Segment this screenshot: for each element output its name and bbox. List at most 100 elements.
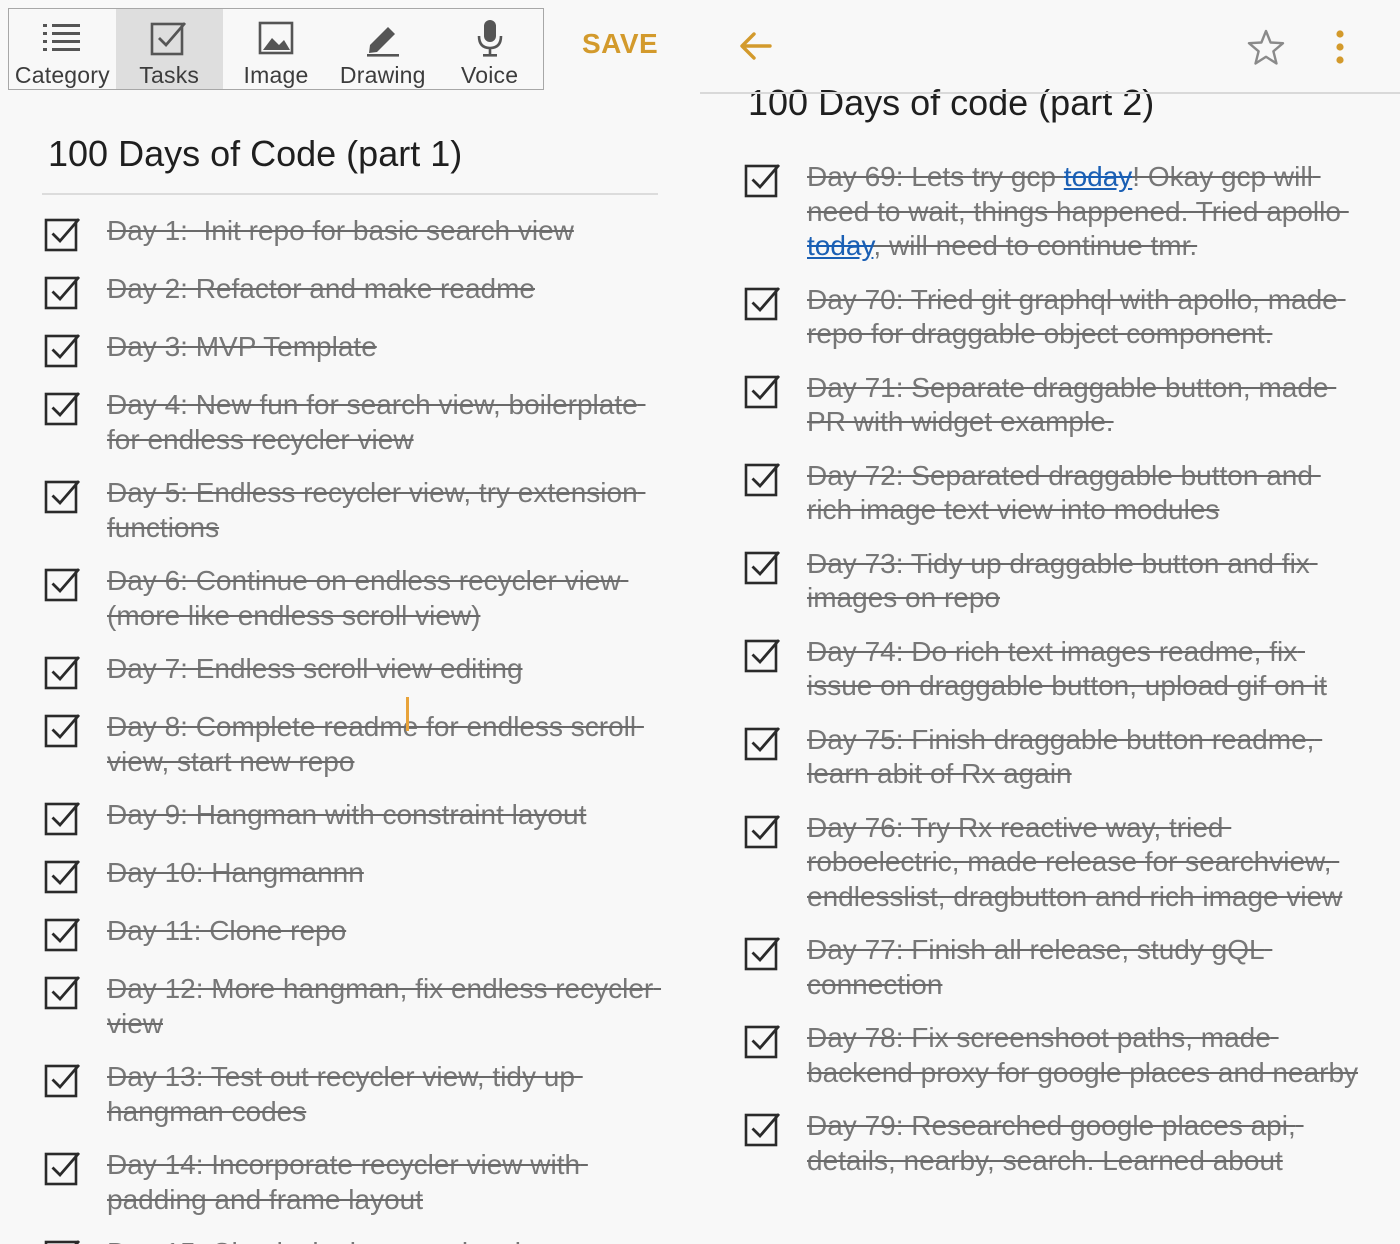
task-text[interactable]: Day 3: MVP Template	[107, 330, 662, 365]
tasks-label: Tasks	[139, 62, 200, 88]
checkbox-checked-icon[interactable]	[44, 857, 82, 895]
checkbox-checked-icon[interactable]	[44, 799, 82, 837]
task-item: Day 1: Init repo for basic search view	[44, 214, 664, 253]
checkbox-checked-icon[interactable]	[44, 389, 82, 427]
note-editor-panel: Category Tasks Image Drawing Voice SAVE …	[0, 0, 700, 1244]
task-text[interactable]: Day 73: Tidy up draggable button and fix…	[807, 547, 1362, 616]
checkbox-checked-icon[interactable]	[44, 973, 82, 1011]
today-link[interactable]: today	[1064, 161, 1133, 192]
task-text[interactable]: Day 11: Clone repo	[107, 914, 662, 949]
checkbox-checked-icon[interactable]	[744, 934, 782, 972]
checkbox-checked-icon[interactable]	[744, 548, 782, 586]
task-text[interactable]: Day 15: Check cloning recycler view, sta…	[107, 1236, 662, 1244]
checkbox-checked-icon[interactable]	[44, 1237, 82, 1244]
checkbox-checked-icon[interactable]	[744, 372, 782, 410]
task-item: Day 12: More hangman, fix endless recycl…	[44, 972, 664, 1041]
task-item: Day 9: Hangman with constraint layout	[44, 798, 664, 837]
task-item: Day 10: Hangmannn	[44, 856, 664, 895]
checkbox-checked-icon[interactable]	[744, 724, 782, 762]
checkbox-checked-icon[interactable]	[744, 1022, 782, 1060]
checkbox-checked-icon[interactable]	[44, 1149, 82, 1187]
checkbox-checked-icon[interactable]	[44, 1061, 82, 1099]
category-label: Category	[14, 62, 110, 88]
pencil-icon	[361, 18, 405, 58]
task-item: Day 74: Do rich text images readme, fix …	[744, 635, 1364, 704]
list-icon	[40, 18, 84, 58]
task-text[interactable]: Day 7: Endless scroll view editing	[107, 652, 662, 687]
task-text[interactable]: Day 8: Complete readme for endless scrol…	[107, 710, 662, 779]
more-vert-icon[interactable]	[1326, 28, 1354, 68]
task-text[interactable]: Day 72: Separated draggable button and r…	[807, 459, 1362, 528]
drawing-label: Drawing	[339, 62, 426, 88]
checkbox-checked-icon[interactable]	[744, 812, 782, 850]
task-text[interactable]: Day 70: Tried git graphql with apollo, m…	[807, 283, 1362, 352]
task-item: Day 70: Tried git graphql with apollo, m…	[744, 283, 1364, 352]
task-text[interactable]: Day 12: More hangman, fix endless recycl…	[107, 972, 662, 1041]
category-button[interactable]: Category	[9, 9, 116, 89]
insert-toolbar: Category Tasks Image Drawing Voice	[8, 8, 544, 90]
checkbox-checked-icon[interactable]	[44, 653, 82, 691]
task-item: Day 79: Researched google places api, de…	[744, 1109, 1364, 1178]
task-text[interactable]: Day 14: Incorporate recycler view with p…	[107, 1148, 662, 1217]
checkbox-checked-icon[interactable]	[744, 1110, 782, 1148]
checkbox-checked-icon[interactable]	[44, 711, 82, 749]
checkbox-checked-icon[interactable]	[744, 161, 782, 199]
voice-button[interactable]: Voice	[436, 9, 543, 89]
task-item: Day 2: Refactor and make readme	[44, 272, 664, 311]
task-text-part: Day 69: Lets try gcp	[807, 161, 1064, 192]
note-title: 100 Days of code (part 2)	[748, 82, 1155, 123]
checkbox-checked-icon[interactable]	[744, 636, 782, 674]
save-button[interactable]: SAVE	[582, 28, 658, 60]
task-text[interactable]: Day 10: Hangmannn	[107, 856, 662, 891]
task-text[interactable]: Day 6: Continue on endless recycler view…	[107, 564, 662, 633]
task-item: Day 69: Lets try gcp today! Okay gcp wil…	[744, 160, 1364, 264]
image-label: Image	[243, 62, 309, 88]
task-text[interactable]: Day 71: Separate draggable button, made …	[807, 371, 1362, 440]
task-item: Day 15: Check cloning recycler view, sta…	[44, 1236, 664, 1244]
task-text[interactable]: Day 9: Hangman with constraint layout	[107, 798, 662, 833]
task-text[interactable]: Day 77: Finish all release, study gQL co…	[807, 933, 1362, 1002]
today-link[interactable]: today	[807, 230, 873, 261]
task-item: Day 11: Clone repo	[44, 914, 664, 953]
task-text[interactable]: Day 5: Endless recycler view, try extens…	[107, 476, 662, 545]
task-text[interactable]: Day 4: New fun for search view, boilerpl…	[107, 388, 662, 457]
task-item: Day 72: Separated draggable button and r…	[744, 459, 1364, 528]
image-button[interactable]: Image	[223, 9, 330, 89]
checkbox-checked-icon[interactable]	[44, 215, 82, 253]
task-text[interactable]: Day 78: Fix screenshoot paths, made back…	[807, 1021, 1362, 1090]
task-item: Day 73: Tidy up draggable button and fix…	[744, 547, 1364, 616]
task-item: Day 3: MVP Template	[44, 330, 664, 369]
task-text[interactable]: Day 2: Refactor and make readme	[107, 272, 662, 307]
task-text[interactable]: Day 75: Finish draggable button readme, …	[807, 723, 1362, 792]
task-list: Day 69: Lets try gcp today! Okay gcp wil…	[744, 160, 1364, 1197]
checkbox-checked-icon[interactable]	[44, 565, 82, 603]
task-item: Day 4: New fun for search view, boilerpl…	[44, 388, 664, 457]
task-text[interactable]: Day 76: Try Rx reactive way, tried roboe…	[807, 811, 1362, 915]
checkbox-checked-icon[interactable]	[744, 284, 782, 322]
tasks-button[interactable]: Tasks	[115, 9, 223, 89]
task-text[interactable]: Day 1: Init repo for basic search view	[107, 214, 662, 249]
header-divider	[700, 92, 1400, 94]
task-item: Day 13: Test out recycler view, tidy up …	[44, 1060, 664, 1129]
task-item: Day 75: Finish draggable button readme, …	[744, 723, 1364, 792]
star-icon[interactable]	[1246, 28, 1286, 68]
task-item: Day 7: Endless scroll view editing	[44, 652, 664, 691]
checkbox-checked-icon[interactable]	[44, 477, 82, 515]
task-item: Day 14: Incorporate recycler view with p…	[44, 1148, 664, 1217]
task-text[interactable]: Day 13: Test out recycler view, tidy up …	[107, 1060, 662, 1129]
task-text[interactable]: Day 79: Researched google places api, de…	[807, 1109, 1362, 1178]
drawing-button[interactable]: Drawing	[329, 9, 436, 89]
text-cursor	[406, 697, 409, 731]
checkbox-icon	[147, 18, 191, 58]
arrow-left-icon[interactable]	[736, 26, 776, 66]
microphone-icon	[468, 18, 512, 58]
task-item: Day 71: Separate draggable button, made …	[744, 371, 1364, 440]
checkbox-checked-icon[interactable]	[44, 915, 82, 953]
task-text[interactable]: Day 74: Do rich text images readme, fix …	[807, 635, 1362, 704]
task-item: Day 6: Continue on endless recycler view…	[44, 564, 664, 633]
task-item: Day 77: Finish all release, study gQL co…	[744, 933, 1364, 1002]
checkbox-checked-icon[interactable]	[44, 273, 82, 311]
checkbox-checked-icon[interactable]	[744, 460, 782, 498]
note-title[interactable]: 100 Days of Code (part 1)	[48, 133, 462, 175]
checkbox-checked-icon[interactable]	[44, 331, 82, 369]
